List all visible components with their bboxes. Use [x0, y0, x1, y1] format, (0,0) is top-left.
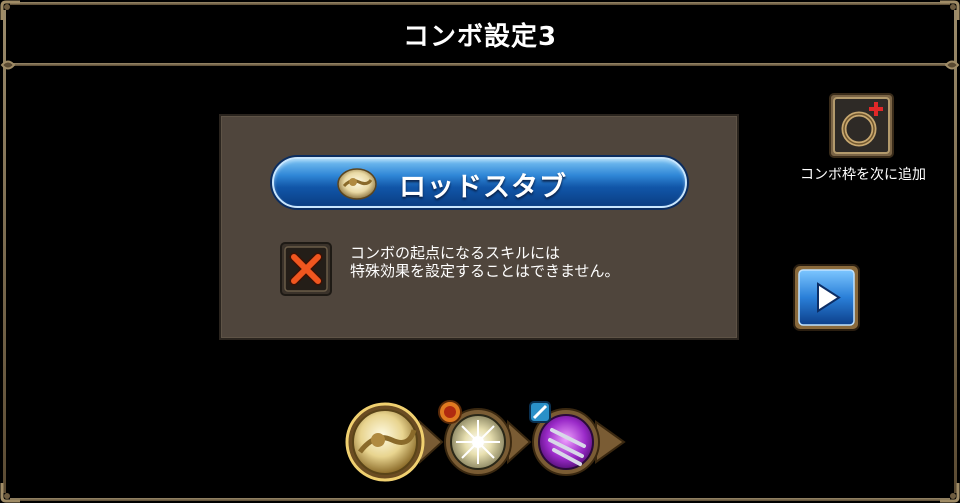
chain-arrow-icon [595, 420, 626, 464]
weapon-badge-icon [529, 401, 551, 423]
combo-slot-1[interactable] [345, 402, 425, 482]
special-effect-badge-icon [438, 400, 462, 424]
combo-chain [345, 400, 626, 482]
